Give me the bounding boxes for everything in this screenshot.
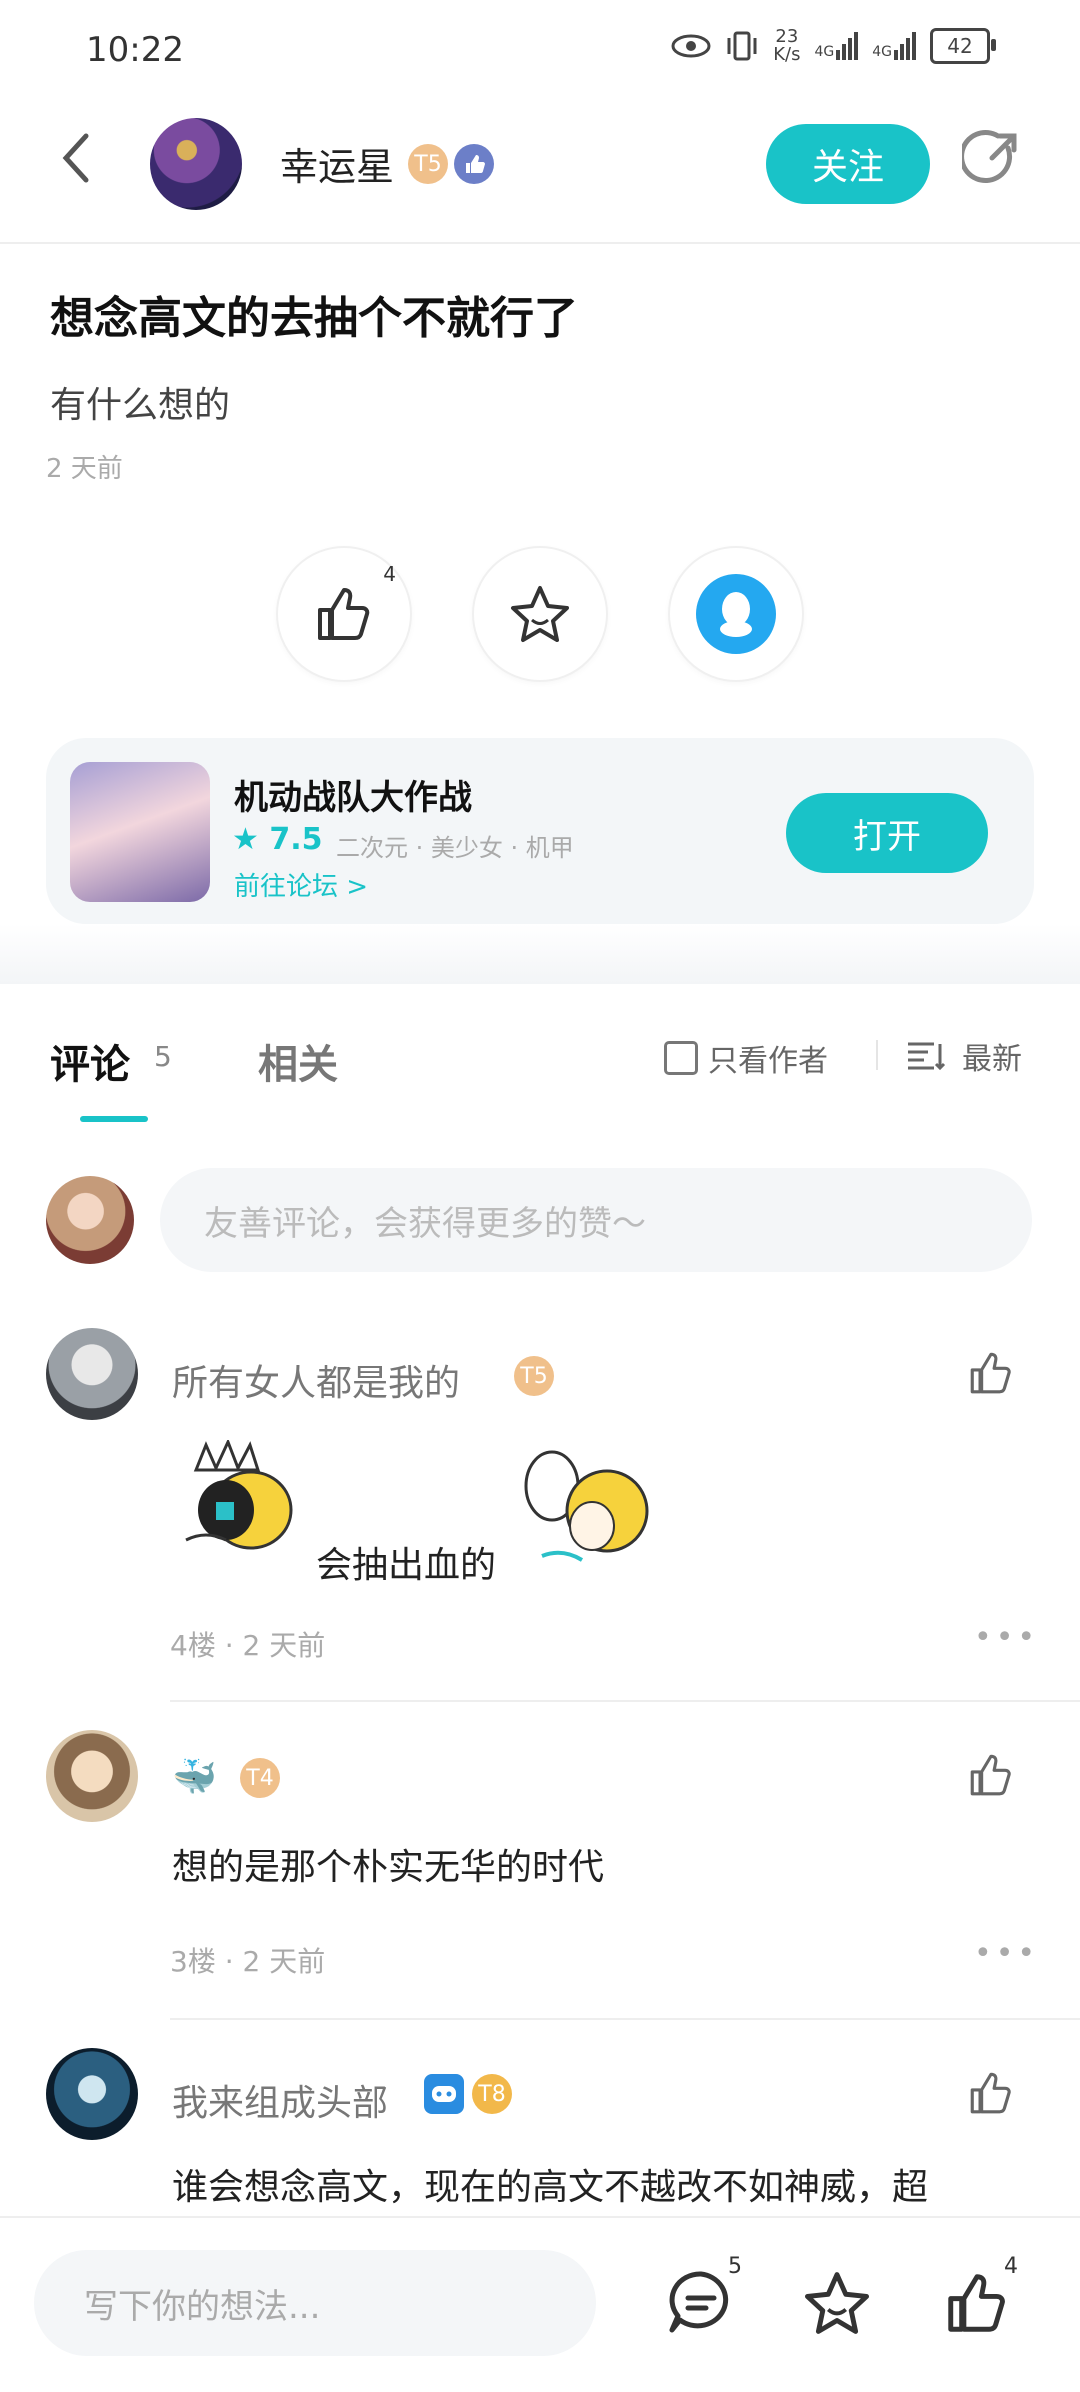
- sort-button[interactable]: 最新: [906, 1034, 1022, 1078]
- tab-divider: [876, 1040, 878, 1070]
- game-thumbnail[interactable]: [70, 762, 210, 902]
- network-speed: 23 K/s: [773, 26, 801, 65]
- active-tab-indicator: [80, 1116, 148, 1122]
- tab-comments[interactable]: 评论: [50, 1032, 130, 1090]
- checkbox-icon: [664, 1041, 698, 1075]
- like-button-bottom[interactable]: [942, 2268, 1012, 2338]
- comment-author[interactable]: 我来组成头部: [172, 2074, 388, 2126]
- comment-like-button[interactable]: [966, 2068, 1022, 2124]
- follow-button[interactable]: 关注: [766, 124, 930, 204]
- comment-author[interactable]: 🐳: [172, 1756, 217, 1798]
- thumbs-up-icon: [970, 1352, 1011, 1394]
- status-time: 10:22: [86, 30, 184, 70]
- qq-icon: [696, 574, 776, 654]
- comment-level-badge: T4: [240, 1758, 280, 1798]
- forum-link[interactable]: 前往论坛 >: [234, 866, 368, 903]
- comment-bubble-icon: [669, 2271, 729, 2333]
- comment-meta: 4楼 · 2 天前: [170, 1629, 326, 1662]
- post-time: 2 天前: [46, 454, 123, 484]
- status-icons: 23 K/s 4G 4G 42: [671, 26, 996, 65]
- more-options-icon[interactable]: •••: [974, 1620, 1039, 1655]
- comment-divider: [170, 2018, 1080, 2020]
- gamepad-badge-icon: [424, 2074, 464, 2114]
- tab-related[interactable]: 相关: [258, 1032, 338, 1090]
- header-divider: [0, 242, 1080, 244]
- likes-count-badge: 4: [1004, 2254, 1018, 2279]
- thumbs-up-icon: [318, 588, 370, 640]
- author-only-toggle[interactable]: 只看作者: [664, 1036, 828, 1080]
- sort-label: 最新: [962, 1042, 1022, 1077]
- comment-input[interactable]: 友善评论，会获得更多的赞～: [160, 1168, 1032, 1272]
- sticker-image: [176, 1438, 306, 1570]
- reply-input[interactable]: 写下你的想法...: [34, 2250, 596, 2356]
- share-icon: [959, 130, 1017, 183]
- thumb-badge-icon: [454, 144, 494, 184]
- favorite-button[interactable]: [472, 546, 608, 682]
- comment-avatar[interactable]: [46, 2048, 138, 2140]
- game-tags: 二次元 · 美少女 · 机甲: [336, 834, 574, 862]
- comment-like-button[interactable]: [966, 1348, 1022, 1404]
- eye-icon: [671, 34, 711, 58]
- section-divider: [0, 924, 1080, 984]
- comment-author[interactable]: 所有女人都是我的: [172, 1354, 460, 1406]
- author-name[interactable]: 幸运星: [280, 136, 394, 191]
- sort-icon: [908, 1042, 946, 1071]
- rating-star-icon: ★: [232, 822, 259, 857]
- chevron-left-icon: [62, 133, 89, 183]
- game-name: 机动战队大作战: [234, 778, 472, 818]
- author-only-label: 只看作者: [708, 1044, 828, 1079]
- star-icon: [805, 2272, 869, 2334]
- post-title: 想念高文的去抽个不就行了: [50, 293, 578, 344]
- like-button[interactable]: 4: [276, 546, 412, 682]
- like-count: 4: [383, 562, 396, 586]
- comment-level-badge: T5: [514, 1356, 554, 1396]
- author-avatar[interactable]: [150, 118, 242, 210]
- thumbs-up-icon: [948, 2274, 1005, 2332]
- comments-count-badge: 5: [728, 2254, 742, 2279]
- signal-1: 4G: [814, 32, 859, 60]
- game-rating: ★ 7.5: [232, 822, 323, 857]
- share-button[interactable]: [959, 128, 1022, 188]
- comment-meta: 3楼 · 2 天前: [170, 1945, 326, 1978]
- signal-2: 4G: [872, 32, 916, 60]
- battery-icon: 42: [930, 28, 996, 64]
- comment-like-button[interactable]: [966, 1750, 1022, 1806]
- level-badge: T5: [408, 144, 448, 184]
- comment-text: 谁会想念高文，现在的高文不越改不如神威，超: [172, 2167, 929, 2208]
- open-game-button[interactable]: 打开: [786, 793, 988, 873]
- thumbs-up-icon: [970, 2072, 1011, 2114]
- comment-avatar[interactable]: [46, 1328, 138, 1420]
- comment-avatar[interactable]: [46, 1730, 138, 1822]
- comment-text: 想的是那个朴实无华的时代: [172, 1847, 605, 1888]
- favorite-button-bottom[interactable]: [802, 2268, 872, 2338]
- qq-share-button[interactable]: [668, 546, 804, 682]
- comment-divider: [170, 1700, 1080, 1702]
- comment-text: 会抽出血的: [316, 1545, 497, 1586]
- sticker-image: [522, 1446, 652, 1576]
- post-body: 有什么想的: [50, 385, 231, 426]
- my-avatar: [46, 1176, 134, 1264]
- comments-count: 5: [154, 1040, 172, 1073]
- comments-button[interactable]: [666, 2268, 736, 2338]
- star-icon: [511, 586, 569, 642]
- comment-level-badge: T8: [472, 2074, 512, 2114]
- back-button[interactable]: [56, 130, 96, 196]
- vibrate-icon: [727, 31, 757, 61]
- thumbs-up-icon: [970, 1754, 1011, 1796]
- more-options-icon[interactable]: •••: [974, 1936, 1039, 1971]
